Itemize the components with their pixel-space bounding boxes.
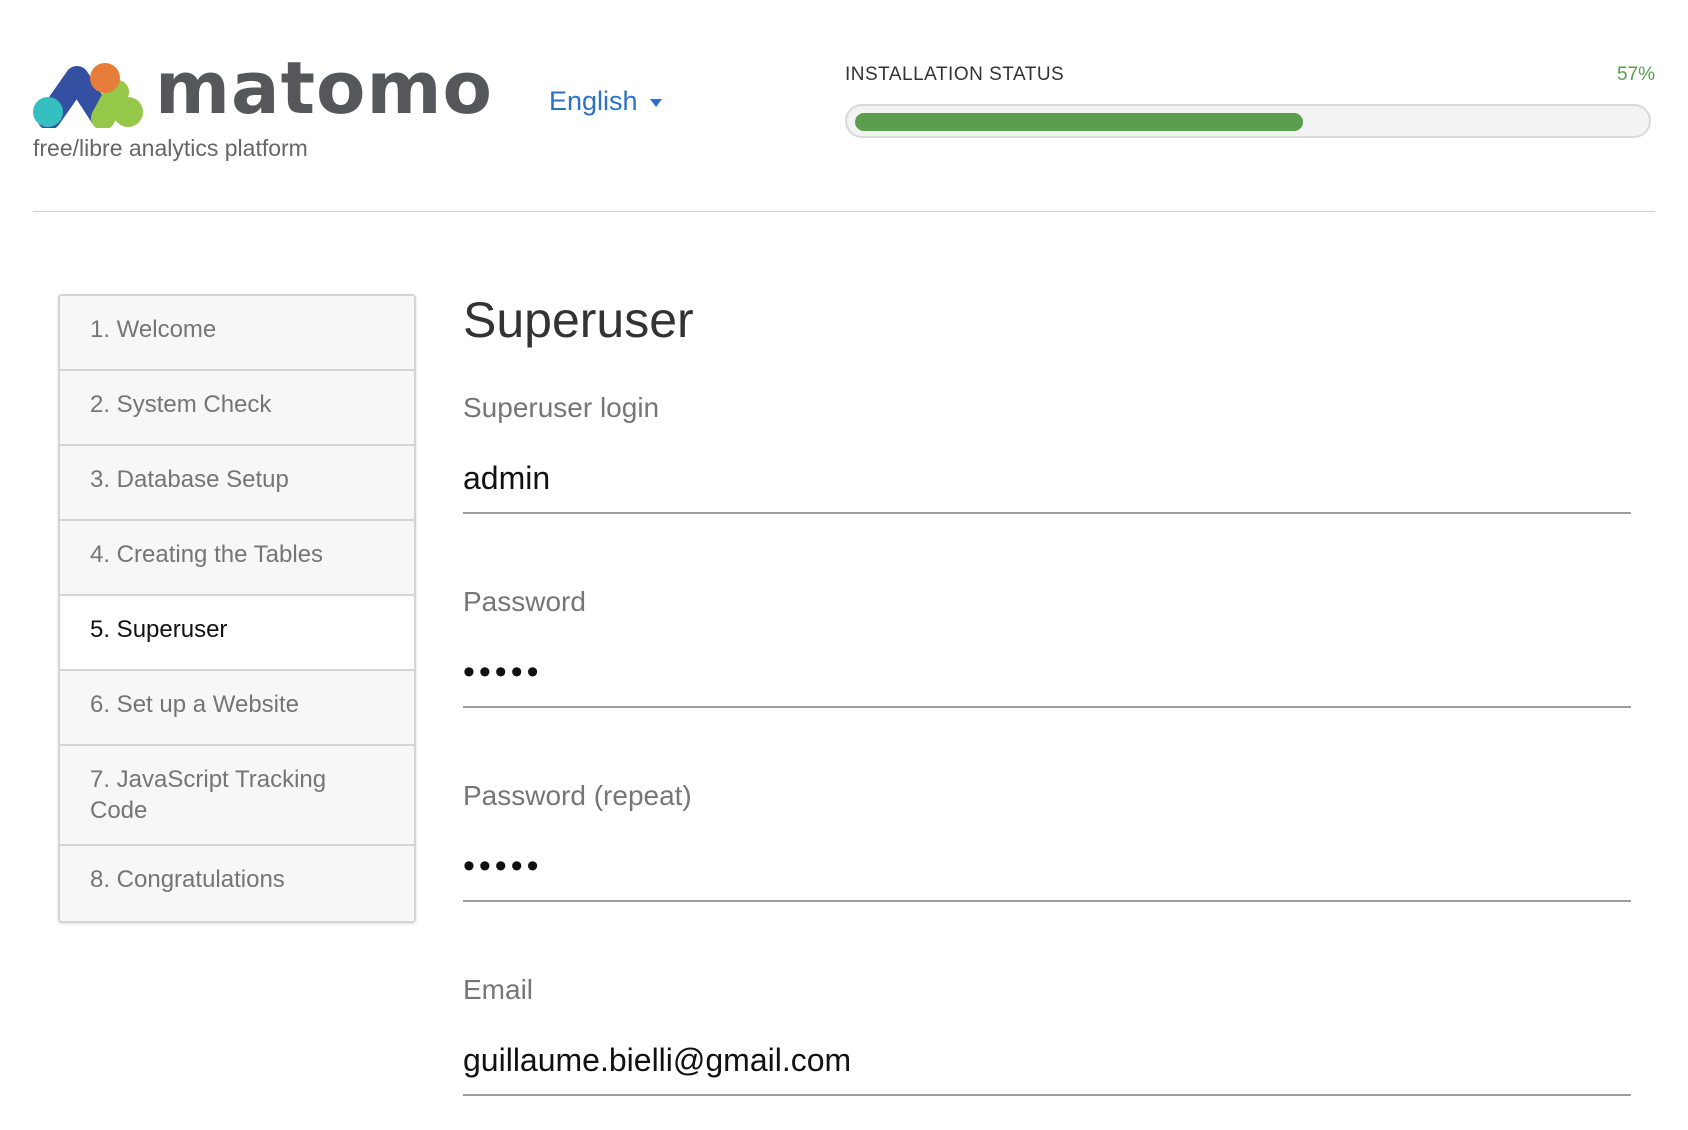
email-input[interactable] <box>463 1026 1631 1096</box>
progress-bar <box>845 104 1651 138</box>
superuser-form: Superuser Superuser login Password Passw… <box>463 290 1631 1096</box>
email-label: Email <box>463 974 534 1005</box>
installation-steps: 1. Welcome 2. System Check 3. Database Set… <box>58 294 416 923</box>
password-repeat-input[interactable] <box>463 832 1631 902</box>
tagline: free/libre analytics platform <box>33 135 308 161</box>
matomo-logo-icon <box>33 63 143 128</box>
step-item[interactable]: 6. Set up a Website <box>60 671 414 746</box>
language-selector[interactable]: English <box>549 86 662 117</box>
caret-down-icon <box>649 98 662 107</box>
language-label: English <box>549 86 638 116</box>
progress-bar-fill <box>855 113 1303 131</box>
login-label: Superuser login <box>463 392 660 423</box>
step-item[interactable]: 3. Database Setup <box>60 446 414 521</box>
password-repeat-label: Password (repeat) <box>463 780 692 811</box>
step-item[interactable]: 7. JavaScript Tracking Code <box>60 746 414 846</box>
installation-status-label: INSTALLATION STATUS <box>845 64 1065 85</box>
brand-wordmark: matomo <box>155 46 493 130</box>
step-item[interactable]: 4. Creating the Tables <box>60 521 414 596</box>
installation-status: INSTALLATION STATUS 57% <box>845 64 1655 138</box>
matomo-logo[interactable]: matomo free/libre analytics platform <box>33 52 492 168</box>
password-label: Password <box>463 586 586 617</box>
step-item[interactable]: 5. Superuser <box>60 596 414 671</box>
password-input[interactable] <box>463 638 1631 708</box>
installer-page: matomo free/libre analytics platform Eng… <box>0 0 1688 1130</box>
installation-status-percent: 57% <box>1616 64 1655 85</box>
step-item[interactable]: 1. Welcome <box>60 296 414 371</box>
login-input[interactable] <box>463 444 1631 514</box>
step-item[interactable]: 8. Congratulations <box>60 846 414 921</box>
step-item[interactable]: 2. System Check <box>60 371 414 446</box>
page-title: Superuser <box>463 292 694 348</box>
header: matomo free/libre analytics platform Eng… <box>33 0 1655 212</box>
